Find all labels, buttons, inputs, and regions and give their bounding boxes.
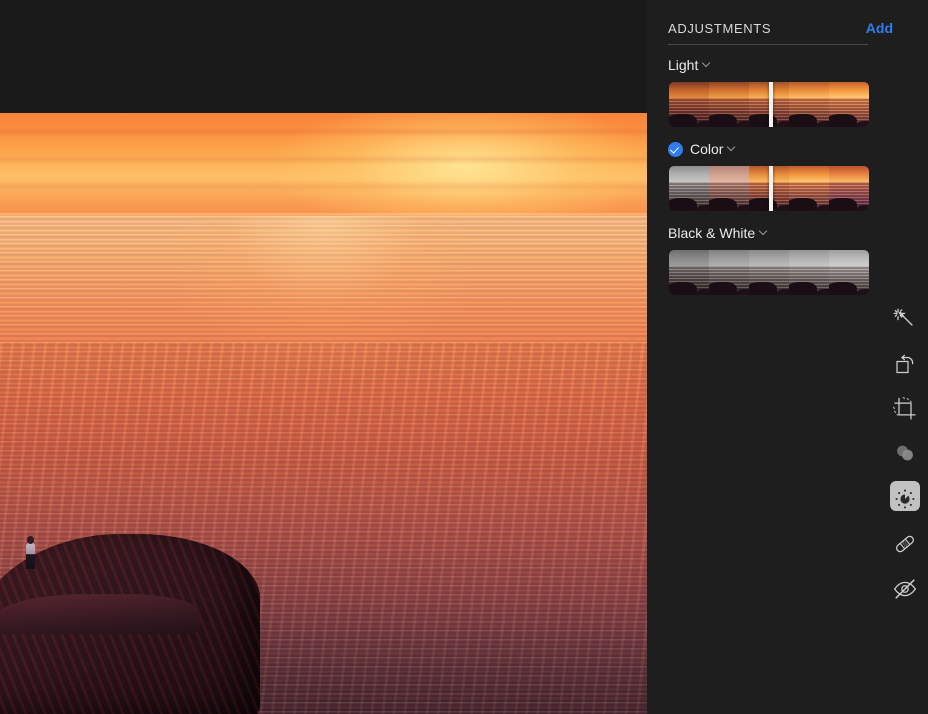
photo-cloud-streaks [0, 113, 647, 216]
thumbnail-option[interactable] [789, 166, 829, 211]
adjustment-group-light: Light [647, 56, 928, 128]
red-eye-icon[interactable] [892, 576, 918, 602]
photo-sun-glitter-path [181, 216, 466, 516]
thumbnail-option[interactable] [669, 82, 709, 127]
thumbnail-option[interactable] [709, 82, 749, 127]
retouch-tool[interactable] [882, 521, 928, 566]
auto-enhance-icon[interactable] [892, 306, 918, 332]
thumbnail-sky [709, 250, 749, 266]
thumbnail-sky [709, 82, 749, 98]
adjustment-label-light: Light [668, 57, 699, 73]
thumbnail-sky [749, 250, 789, 266]
thumbnail-option[interactable] [789, 82, 829, 127]
photo-rock-ridge [0, 594, 200, 634]
thumbnail-sky [789, 166, 829, 182]
thumbnail-sky [789, 250, 829, 266]
thumbnail-option[interactable] [709, 250, 749, 295]
thumbnail-option[interactable] [669, 166, 709, 211]
filmstrip-color[interactable] [669, 166, 869, 211]
page-title: ADJUSTMENTS [668, 21, 772, 36]
photo-person-figure [26, 543, 35, 569]
retouch-icon[interactable] [892, 531, 918, 557]
thumbnail-sky [669, 82, 709, 98]
filmstrip-black-white[interactable] [669, 250, 869, 295]
thumbnail-option[interactable] [829, 166, 869, 211]
thumbnail-sky [669, 250, 709, 266]
filters-icon[interactable] [892, 441, 918, 467]
thumbnail-option[interactable] [669, 250, 709, 295]
thumbnail-option[interactable] [709, 166, 749, 211]
adjustment-header-black-white[interactable]: Black & White [668, 224, 767, 242]
thumbnail-sky [709, 166, 749, 182]
adjustment-label-black-white: Black & White [668, 225, 756, 241]
filmstrip-light[interactable] [669, 82, 869, 127]
thumbnail-option[interactable] [829, 82, 869, 127]
chevron-down-icon[interactable] [760, 228, 767, 235]
adjustment-header-color[interactable]: Color [668, 140, 735, 158]
crop-icon[interactable] [892, 396, 918, 422]
auto-enhance-tool[interactable] [882, 296, 928, 341]
thumbnail-option[interactable] [829, 250, 869, 295]
adjust-tool[interactable] [882, 476, 928, 521]
thumbnail-sky [829, 82, 869, 98]
filmstrip-slider-light[interactable] [769, 82, 773, 127]
adjustment-group-color: Color [647, 140, 928, 212]
photo-editor-window: ADJUSTMENTS Add Light Color Black & White [0, 0, 928, 714]
header-divider [668, 44, 868, 45]
chevron-down-icon[interactable] [703, 60, 710, 67]
thumbnail-option[interactable] [789, 250, 829, 295]
checkmark-icon[interactable] [668, 141, 683, 157]
thumbnail-sky [829, 250, 869, 266]
adjustment-group-black-white: Black & White [647, 224, 928, 296]
adjustment-header-light[interactable]: Light [668, 56, 710, 74]
panel-header: ADJUSTMENTS Add [647, 0, 928, 44]
thumbnail-sky [789, 82, 829, 98]
adjustment-label-color: Color [690, 141, 724, 157]
rotate-tool[interactable] [882, 341, 928, 386]
edit-tool-rail [882, 296, 928, 611]
thumbnail-option[interactable] [749, 250, 789, 295]
photo-canvas[interactable] [0, 0, 647, 714]
photo-image[interactable] [0, 113, 647, 714]
filters-tool[interactable] [882, 431, 928, 476]
crop-tool[interactable] [882, 386, 928, 431]
add-adjustment-button[interactable]: Add [866, 20, 893, 36]
rotate-icon[interactable] [892, 351, 918, 377]
chevron-down-icon[interactable] [728, 144, 735, 151]
thumbnail-sky [829, 166, 869, 182]
photo-person-head [27, 536, 34, 544]
red-eye-tool[interactable] [882, 566, 928, 611]
adjust-icon[interactable] [892, 486, 918, 512]
thumbnail-sky [669, 166, 709, 182]
filmstrip-slider-color[interactable] [769, 166, 773, 211]
